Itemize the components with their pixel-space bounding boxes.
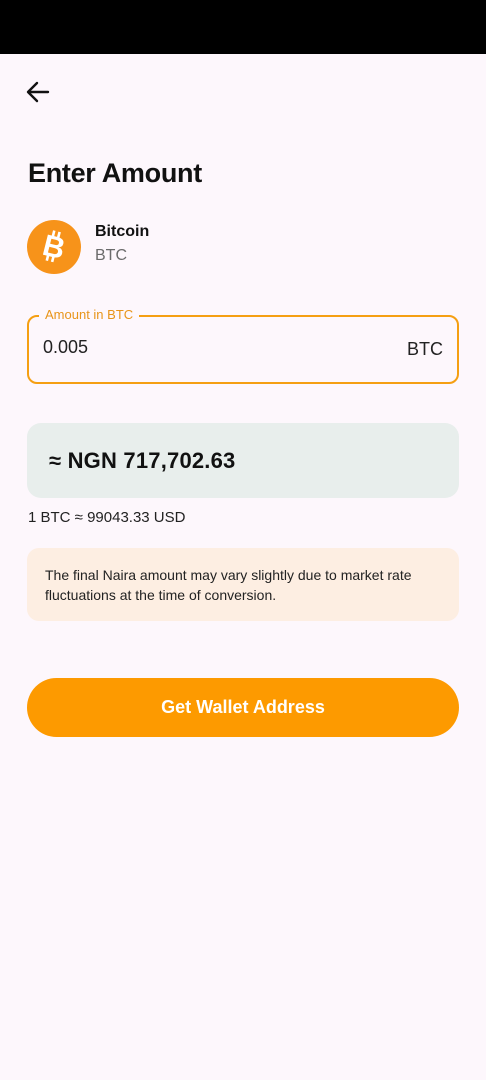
bitcoin-icon: B — [27, 220, 81, 274]
exchange-rate: 1 BTC ≈ 99043.33 USD — [28, 509, 186, 526]
amount-field[interactable]: Amount in BTC BTC — [27, 307, 459, 384]
status-bar — [0, 0, 486, 54]
converted-amount: ≈ NGN 717,702.63 — [49, 447, 236, 473]
converted-amount-box: ≈ NGN 717,702.63 — [27, 423, 459, 498]
amount-field-label: Amount in BTC — [39, 307, 140, 323]
arrow-left-icon — [26, 81, 50, 103]
coin-name: Bitcoin — [95, 223, 150, 240]
coin-info: B Bitcoin BTC — [27, 220, 149, 274]
amount-unit: BTC — [407, 339, 443, 359]
get-wallet-address-button[interactable]: Get Wallet Address — [27, 678, 459, 737]
amount-input[interactable] — [43, 337, 343, 358]
page-title: Enter Amount — [28, 158, 202, 188]
back-button[interactable] — [20, 74, 56, 110]
notice-box: The final Naira amount may vary slightly… — [27, 548, 459, 621]
notice-text: The final Naira amount may vary slightly… — [45, 567, 412, 603]
coin-symbol: BTC — [95, 247, 127, 264]
